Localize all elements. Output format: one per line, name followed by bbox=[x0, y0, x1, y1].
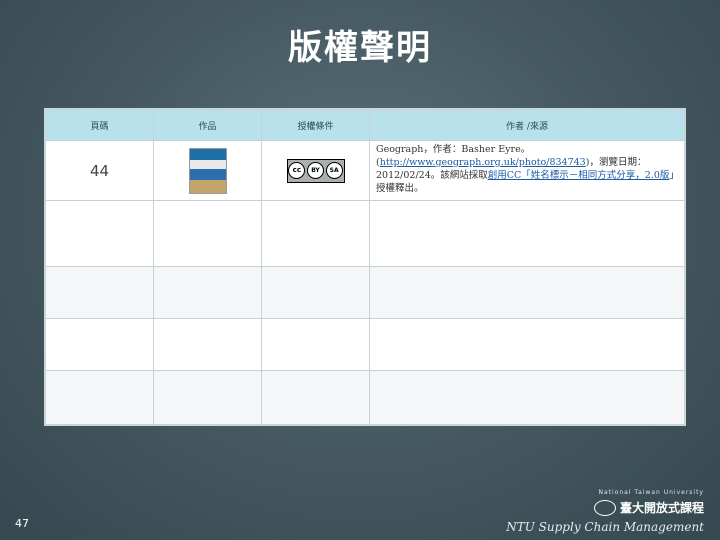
work-thumbnail-image[interactable] bbox=[188, 147, 227, 194]
ntu-ocw-logo: National Taiwan University 臺大開放式課程 bbox=[593, 489, 704, 516]
table-row bbox=[45, 200, 685, 267]
logo-tagline: National Taiwan University bbox=[598, 489, 704, 496]
cc-icon: cc bbox=[288, 162, 306, 179]
page-number: 47 bbox=[15, 517, 29, 530]
source-cell: Geograph，作者：Basher Eyre。(http://www.geog… bbox=[369, 140, 685, 201]
license-cell: cc BY SA bbox=[261, 140, 370, 201]
logo-name: 臺大開放式課程 bbox=[619, 501, 704, 515]
license-link[interactable]: 創用CC「姓名標示－相同方式分享，2.0版 bbox=[488, 170, 670, 181]
course-name: NTU Supply Chain Management bbox=[506, 520, 704, 534]
by-icon: BY bbox=[306, 162, 324, 179]
table-row bbox=[45, 266, 685, 319]
source-link[interactable]: http://www.geograph.org.uk/photo/834743 bbox=[380, 157, 586, 168]
sa-icon: SA bbox=[325, 162, 343, 179]
header-work: 作品 bbox=[153, 109, 262, 141]
copyright-table: 頁碼 作品 授權條件 作者 /來源 44 cc BY SA Geograph，作… bbox=[44, 108, 686, 426]
page-title: 版權聲明 bbox=[288, 28, 432, 68]
header-license: 授權條件 bbox=[261, 109, 370, 141]
table-row bbox=[45, 370, 685, 425]
page-cell: 44 bbox=[45, 140, 154, 201]
header-page: 頁碼 bbox=[45, 109, 154, 141]
table-row bbox=[45, 318, 685, 371]
table-header-row: 頁碼 作品 授權條件 作者 /來源 bbox=[45, 109, 685, 141]
work-cell bbox=[153, 140, 262, 201]
cc-by-sa-license-icon: cc BY SA bbox=[286, 158, 345, 183]
header-source: 作者 /來源 bbox=[369, 109, 685, 141]
table-row: 44 cc BY SA Geograph，作者：Basher Eyre。(htt… bbox=[45, 140, 685, 201]
ntu-emblem-icon bbox=[593, 499, 616, 516]
